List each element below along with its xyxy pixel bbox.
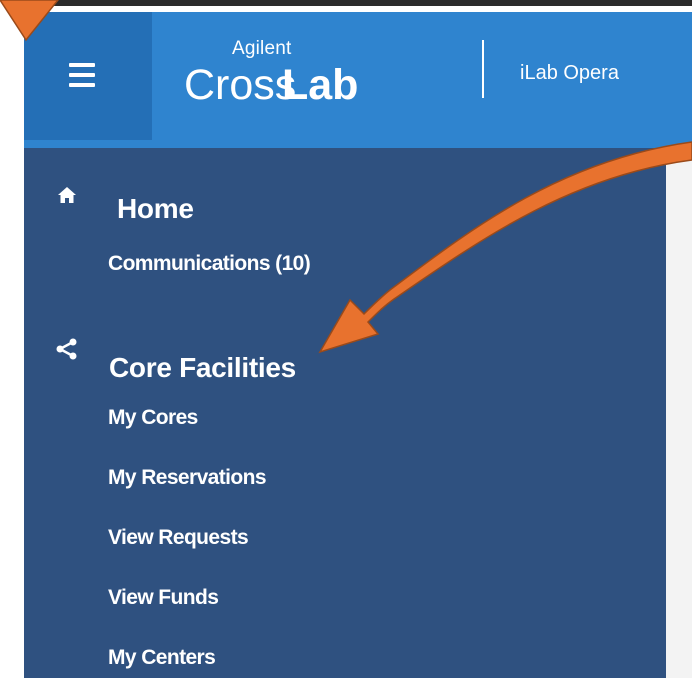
hamburger-menu-button[interactable] [24, 12, 152, 140]
header-divider [482, 40, 484, 98]
brand-logo: Agilent Cross Lab [184, 38, 464, 118]
sidebar-item-my-cores[interactable]: My Cores [108, 406, 198, 430]
share-icon [55, 338, 79, 365]
main-content-area [666, 148, 692, 678]
brand-lab-text: Lab [282, 61, 359, 109]
sidebar-item-view-requests[interactable]: View Requests [108, 526, 249, 550]
window-top-border [0, 0, 692, 6]
sidebar-item-my-centers[interactable]: My Centers [108, 646, 216, 670]
window-left-margin [0, 0, 24, 678]
brand-small-text: Agilent [232, 38, 292, 59]
app-title: iLab Opera [520, 62, 619, 84]
section-title-home[interactable]: Home [117, 193, 194, 225]
sidebar-item-my-reservations[interactable]: My Reservations [108, 466, 267, 490]
sidebar-item-communications[interactable]: Communications (10) [108, 252, 311, 276]
sidebar-item-view-funds[interactable]: View Funds [108, 586, 219, 610]
home-icon [56, 184, 78, 211]
brand-cross-text: Cross [184, 61, 297, 109]
hamburger-icon [69, 63, 95, 87]
section-title-core-facilities[interactable]: Core Facilities [109, 352, 296, 384]
